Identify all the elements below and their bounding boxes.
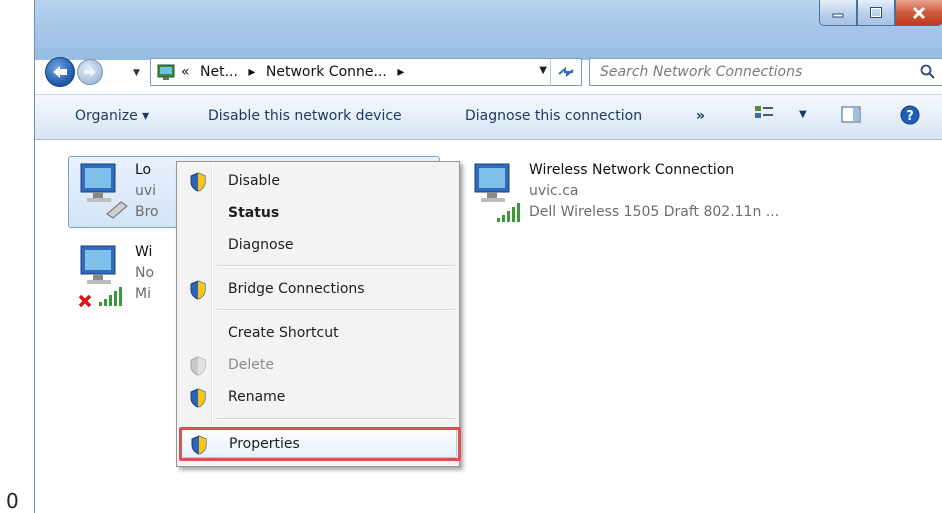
highlight-box	[179, 427, 461, 461]
breadcrumb-network[interactable]: Net...	[200, 64, 238, 80]
close-icon	[912, 6, 926, 19]
diagnose-connection-button[interactable]: Diagnose this connection	[465, 108, 642, 124]
svg-text:?: ?	[906, 109, 914, 124]
preview-pane-button[interactable]	[841, 106, 861, 128]
views-icon	[755, 106, 773, 118]
back-button[interactable]	[45, 57, 75, 87]
connections-list: Lo uvi Bro Wi No Mi Wireless Network Con…	[35, 140, 942, 513]
menu-item-label: Disable	[228, 173, 280, 189]
maximize-icon	[870, 6, 882, 18]
connection-network: uvic.ca	[529, 183, 579, 199]
window-controls	[819, 0, 942, 26]
connection-item-wireless[interactable]: Wireless Network Connection uvic.ca Dell…	[471, 162, 851, 232]
menu-separator	[217, 418, 455, 420]
forward-button[interactable]	[77, 59, 103, 85]
address-bar[interactable]: « Net... ▸ Network Conne... ▸ ▼	[150, 58, 582, 86]
breadcrumb-separator[interactable]: ▸	[248, 64, 255, 80]
change-view-button[interactable]	[754, 105, 774, 127]
organize-button[interactable]: Organize ▾	[75, 108, 149, 124]
connection-device: Bro	[135, 204, 159, 220]
menu-item-create-shortcut[interactable]: Create Shortcut	[179, 318, 457, 348]
breadcrumb: « Net... ▸ Network Conne... ▸	[181, 64, 410, 80]
disable-device-button[interactable]: Disable this network device	[208, 108, 402, 124]
menu-item-label: Bridge Connections	[228, 281, 365, 297]
search-icon[interactable]	[920, 64, 936, 80]
corner-label: 0	[6, 489, 19, 513]
menu-item-rename[interactable]: Rename	[179, 382, 457, 412]
help-button[interactable]: ?	[900, 105, 920, 129]
search-placeholder: Search Network Connections	[600, 64, 803, 80]
connection-device: Dell Wireless 1505 Draft 802.11n ...	[529, 204, 780, 220]
menu-item-label: Diagnose	[228, 237, 294, 253]
close-button[interactable]	[895, 0, 942, 26]
minimize-button[interactable]	[819, 0, 857, 26]
menu-item-label: Status	[228, 205, 280, 221]
search-box[interactable]: Search Network Connections	[589, 58, 942, 86]
breadcrumb-network-connections[interactable]: Network Conne...	[266, 64, 387, 80]
menu-item-diagnose[interactable]: Diagnose	[179, 230, 457, 260]
refresh-icon	[558, 66, 574, 78]
forward-arrow-icon	[84, 67, 96, 77]
wireless-network-icon	[474, 163, 520, 222]
preview-pane-icon	[841, 106, 861, 123]
breadcrumb-overflow[interactable]: «	[181, 64, 190, 80]
menu-item-disable[interactable]: Disable	[179, 166, 457, 196]
shield-icon	[191, 435, 207, 455]
explorer-window: ▼ « Net... ▸ Network Conne... ▸ ▼ Search…	[34, 0, 942, 513]
back-arrow-icon	[53, 66, 67, 78]
wired-network-icon	[80, 163, 128, 219]
menu-separator	[217, 265, 455, 267]
connection-name: Wi	[135, 244, 153, 260]
menu-item-properties[interactable]: Properties	[179, 427, 461, 461]
shield-icon	[190, 280, 206, 300]
maximize-button[interactable]	[857, 0, 895, 26]
connection-name: Wireless Network Connection	[529, 162, 735, 178]
more-commands-button[interactable]: »	[696, 108, 705, 124]
menu-item-status[interactable]: Status	[179, 198, 457, 228]
menu-item-label: Delete	[228, 357, 274, 373]
connection-device: Mi	[135, 286, 151, 302]
menu-item-delete: Delete	[179, 350, 457, 380]
connection-name: Lo	[135, 162, 152, 178]
connection-network: uvi	[135, 183, 157, 199]
shield-icon	[190, 172, 206, 192]
breadcrumb-separator[interactable]: ▸	[397, 64, 404, 80]
navigation-bar: ▼ « Net... ▸ Network Conne... ▸ ▼ Search…	[35, 54, 942, 94]
title-bar[interactable]	[35, 0, 942, 60]
context-menu: Disable Status Diagnose Bridge Connectio…	[176, 161, 461, 467]
menu-item-bridge-connections[interactable]: Bridge Connections	[179, 274, 457, 304]
address-dropdown-icon[interactable]: ▼	[539, 65, 547, 76]
views-dropdown-icon[interactable]: ▼	[799, 109, 807, 120]
minimize-icon	[832, 13, 844, 17]
menu-item-label: Rename	[228, 389, 286, 405]
shield-icon	[190, 356, 206, 376]
connection-item-wireless-2[interactable]: Wi No Mi	[77, 244, 177, 314]
history-dropdown-icon[interactable]: ▼	[133, 68, 140, 78]
network-folder-icon	[157, 64, 175, 80]
menu-separator	[217, 309, 455, 311]
refresh-button[interactable]	[550, 59, 581, 85]
menu-item-label: Properties	[229, 436, 300, 452]
menu-item-label: Create Shortcut	[228, 325, 339, 341]
help-icon: ?	[900, 105, 920, 125]
connection-network: No	[135, 265, 155, 281]
command-bar: Organize ▾ Disable this network device D…	[35, 94, 942, 140]
wireless-disconnected-icon	[78, 245, 122, 308]
shield-icon	[190, 388, 206, 408]
